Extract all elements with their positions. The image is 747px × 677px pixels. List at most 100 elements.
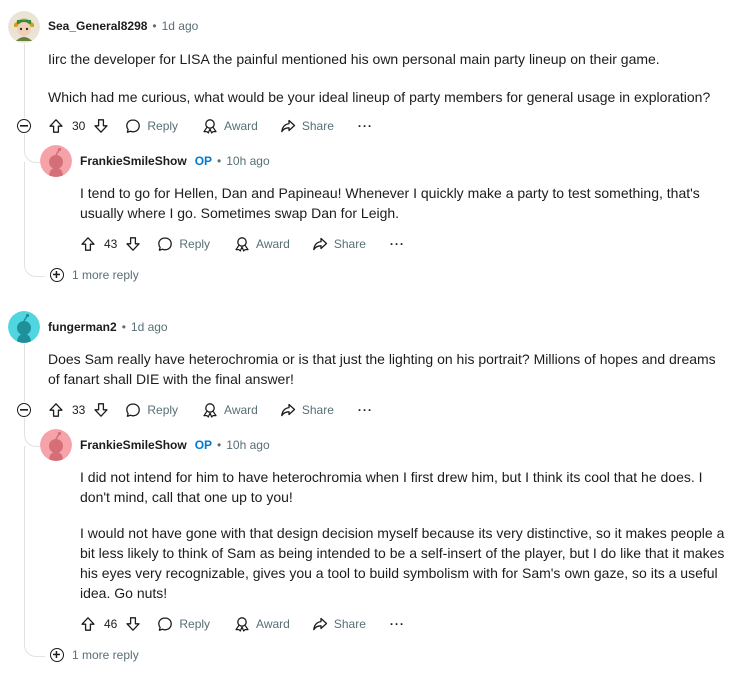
avatar-image [40, 145, 72, 177]
comment-paragraph: Which had me curious, what would be your… [48, 89, 711, 105]
reply-label: Reply [179, 237, 211, 251]
award-label: Award [256, 237, 290, 251]
vote-score: 33 [72, 403, 86, 417]
award-icon [235, 617, 249, 632]
thread-line [24, 344, 25, 402]
reply-button[interactable]: Reply [157, 616, 210, 632]
reply-icon [158, 237, 173, 251]
upvote-icon [81, 617, 95, 631]
upvote-button[interactable] [80, 616, 96, 632]
thread-connector [24, 418, 41, 447]
separator-dot: • [217, 154, 222, 168]
comment-timestamp[interactable]: 10h ago [226, 438, 269, 452]
comment-author[interactable]: FrankieSmileShow [80, 438, 187, 452]
upvote-button[interactable] [48, 402, 64, 418]
reply-label: Reply [179, 617, 211, 631]
upvote-icon [81, 237, 95, 251]
downvote-icon [94, 119, 109, 133]
avatar-image [8, 11, 40, 43]
comment-body: I tend to go for Hellen, Dan and Papinea… [80, 183, 725, 223]
thread-line [24, 446, 25, 640]
more-replies-link[interactable]: 1 more reply [50, 648, 139, 662]
share-label: Share [301, 119, 334, 133]
comment-author[interactable]: fungerman2 [48, 320, 117, 334]
share-button[interactable]: Share [280, 118, 334, 134]
downvote-icon [126, 617, 141, 631]
more-replies-label: 1 more reply [72, 648, 139, 662]
award-icon [203, 403, 217, 418]
award-button[interactable]: Award [202, 118, 258, 134]
comment-paragraph: I would not have gone with that design d… [80, 525, 725, 601]
vote-score: 43 [104, 237, 118, 251]
comment-paragraph: Iirc the developer for LISA the painful … [48, 51, 660, 67]
share-icon [280, 119, 295, 133]
upvote-button[interactable] [80, 236, 96, 252]
share-icon [312, 237, 327, 251]
avatar[interactable] [8, 11, 40, 43]
comment-actions: 33 Reply Award Share ··· [48, 398, 373, 422]
avatar-image [8, 311, 40, 343]
reply-icon [126, 119, 141, 133]
downvote-button[interactable] [125, 616, 141, 632]
share-button[interactable]: Share [280, 402, 334, 418]
share-label: Share [333, 237, 366, 251]
collapse-icon[interactable] [17, 119, 31, 133]
more-icon[interactable]: ··· [358, 403, 373, 417]
share-label: Share [301, 403, 334, 417]
reply-button[interactable]: Reply [157, 236, 210, 252]
comment-body: Iirc the developer for LISA the painful … [48, 49, 738, 107]
award-icon [203, 119, 217, 134]
avatar[interactable] [8, 311, 40, 343]
comment-body: Does Sam really have heterochromia or is… [48, 349, 728, 389]
avatar[interactable] [40, 429, 72, 461]
thread-line [24, 44, 25, 118]
downvote-button[interactable] [125, 236, 141, 252]
more-icon[interactable]: ··· [358, 119, 373, 133]
more-replies-link[interactable]: 1 more reply [50, 268, 139, 282]
thread-connector [24, 630, 45, 657]
share-icon [280, 403, 295, 417]
reply-icon [158, 617, 173, 631]
downvote-icon [126, 237, 141, 251]
comment-author[interactable]: Sea_General8298 [48, 19, 147, 33]
share-icon [312, 617, 327, 631]
separator-dot: • [152, 19, 157, 33]
comment-author[interactable]: FrankieSmileShow [80, 154, 187, 168]
reply-button[interactable]: Reply [125, 402, 178, 418]
award-button[interactable]: Award [234, 236, 290, 252]
upvote-icon [49, 119, 63, 133]
reply-button[interactable]: Reply [125, 118, 178, 134]
share-button[interactable]: Share [312, 616, 366, 632]
expand-icon [50, 648, 64, 662]
award-button[interactable]: Award [234, 616, 290, 632]
award-button[interactable]: Award [202, 402, 258, 418]
thread-connector [24, 250, 45, 277]
comment-timestamp[interactable]: 1d ago [162, 19, 199, 33]
downvote-button[interactable] [93, 118, 109, 134]
comment-actions: 30 Reply Award Share ··· [48, 114, 373, 138]
share-label: Share [333, 617, 366, 631]
thread-line [24, 162, 25, 260]
more-icon[interactable]: ··· [390, 617, 405, 631]
award-label: Award [256, 617, 290, 631]
comment-actions: 43 Reply Award Share ··· [80, 232, 405, 256]
avatar[interactable] [40, 145, 72, 177]
upvote-button[interactable] [48, 118, 64, 134]
award-label: Award [224, 119, 258, 133]
avatar-image [40, 429, 72, 461]
comment-paragraph: I tend to go for Hellen, Dan and Papinea… [80, 185, 700, 221]
upvote-icon [49, 403, 63, 417]
op-badge: OP [194, 154, 213, 168]
vote-score: 30 [72, 119, 86, 133]
award-label: Award [224, 403, 258, 417]
downvote-icon [94, 403, 109, 417]
downvote-button[interactable] [93, 402, 109, 418]
collapse-icon[interactable] [17, 403, 31, 417]
more-replies-label: 1 more reply [72, 268, 139, 282]
separator-dot: • [121, 320, 126, 334]
separator-dot: • [217, 438, 222, 452]
more-icon[interactable]: ··· [390, 237, 405, 251]
comment-timestamp[interactable]: 1d ago [131, 320, 168, 334]
share-button[interactable]: Share [312, 236, 366, 252]
comment-timestamp[interactable]: 10h ago [226, 154, 269, 168]
